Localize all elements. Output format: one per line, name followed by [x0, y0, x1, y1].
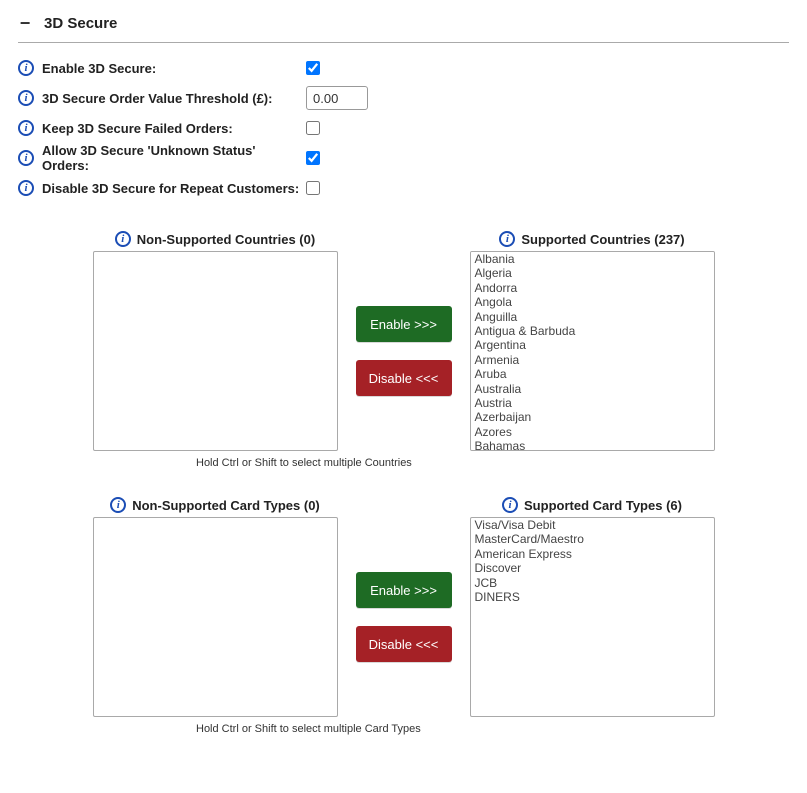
non-supported-countries-title: i Non-Supported Countries (0) — [93, 231, 338, 247]
settings-form: i Enable 3D Secure: i 3D Secure Order Va… — [18, 53, 789, 203]
info-icon[interactable]: i — [18, 150, 34, 166]
title-text: Supported Countries (237) — [521, 232, 684, 247]
list-item[interactable]: Armenia — [471, 353, 714, 367]
cardtypes-disable-button[interactable]: Disable <<< — [356, 626, 452, 662]
cardtypes-dual-list: i Non-Supported Card Types (0) i Support… — [18, 497, 789, 735]
title-text: Non-Supported Countries (0) — [137, 232, 315, 247]
supported-cardtypes-title: i Supported Card Types (6) — [470, 497, 715, 513]
list-item[interactable]: Antigua & Barbuda — [471, 324, 714, 338]
list-item[interactable]: Albania — [471, 252, 714, 266]
checkbox-allow-unknown[interactable] — [306, 151, 320, 165]
row-disable-repeat: i Disable 3D Secure for Repeat Customers… — [18, 173, 789, 203]
non-supported-countries-list[interactable] — [93, 251, 338, 451]
checkbox-disable-repeat[interactable] — [306, 181, 320, 195]
supported-countries-title: i Supported Countries (237) — [470, 231, 715, 247]
label-keep-failed: Keep 3D Secure Failed Orders: — [42, 121, 302, 136]
section-header: − 3D Secure — [18, 10, 789, 43]
cardtypes-hint: Hold Ctrl or Shift to select multiple Ca… — [196, 723, 789, 735]
info-icon[interactable]: i — [115, 231, 131, 247]
list-item[interactable]: Discover — [471, 561, 714, 575]
row-keep-failed: i Keep 3D Secure Failed Orders: — [18, 113, 789, 143]
countries-enable-button[interactable]: Enable >>> — [356, 306, 452, 342]
list-item[interactable]: Angola — [471, 295, 714, 309]
checkbox-enable-3ds[interactable] — [306, 61, 320, 75]
non-supported-cardtypes-title: i Non-Supported Card Types (0) — [93, 497, 338, 513]
label-threshold: 3D Secure Order Value Threshold (£): — [42, 91, 302, 106]
checkbox-keep-failed[interactable] — [306, 121, 320, 135]
info-icon[interactable]: i — [18, 180, 34, 196]
list-item[interactable]: Bahamas — [471, 439, 714, 451]
list-item[interactable]: Australia — [471, 382, 714, 396]
info-icon[interactable]: i — [18, 90, 34, 106]
section-title: 3D Secure — [44, 15, 117, 32]
label-enable-3ds: Enable 3D Secure: — [42, 61, 302, 76]
list-item[interactable]: DINERS — [471, 590, 714, 604]
row-allow-unknown: i Allow 3D Secure 'Unknown Status' Order… — [18, 143, 789, 173]
info-icon[interactable]: i — [18, 120, 34, 136]
list-item[interactable]: Aruba — [471, 367, 714, 381]
label-disable-repeat: Disable 3D Secure for Repeat Customers: — [42, 181, 302, 196]
info-icon[interactable]: i — [502, 497, 518, 513]
countries-dual-list: i Non-Supported Countries (0) i Supporte… — [18, 231, 789, 469]
list-item[interactable]: American Express — [471, 547, 714, 561]
countries-hint: Hold Ctrl or Shift to select multiple Co… — [196, 457, 789, 469]
list-item[interactable]: Andorra — [471, 281, 714, 295]
title-text: Supported Card Types (6) — [524, 498, 682, 513]
list-item[interactable]: Algeria — [471, 266, 714, 280]
title-text: Non-Supported Card Types (0) — [132, 498, 320, 513]
input-threshold[interactable] — [306, 86, 368, 110]
list-item[interactable]: Anguilla — [471, 310, 714, 324]
info-icon[interactable]: i — [18, 60, 34, 76]
collapse-icon[interactable]: − — [18, 14, 32, 32]
cardtypes-enable-button[interactable]: Enable >>> — [356, 572, 452, 608]
supported-cardtypes-list[interactable]: Visa/Visa DebitMasterCard/MaestroAmerica… — [470, 517, 715, 717]
row-enable-3ds: i Enable 3D Secure: — [18, 53, 789, 83]
label-allow-unknown: Allow 3D Secure 'Unknown Status' Orders: — [42, 143, 302, 173]
countries-disable-button[interactable]: Disable <<< — [356, 360, 452, 396]
supported-countries-list[interactable]: AlbaniaAlgeriaAndorraAngolaAnguillaAntig… — [470, 251, 715, 451]
list-item[interactable]: Azores — [471, 425, 714, 439]
info-icon[interactable]: i — [499, 231, 515, 247]
row-threshold: i 3D Secure Order Value Threshold (£): — [18, 83, 789, 113]
list-item[interactable]: JCB — [471, 576, 714, 590]
list-item[interactable]: MasterCard/Maestro — [471, 532, 714, 546]
list-item[interactable]: Azerbaijan — [471, 410, 714, 424]
list-item[interactable]: Argentina — [471, 338, 714, 352]
list-item[interactable]: Visa/Visa Debit — [471, 518, 714, 532]
list-item[interactable]: Austria — [471, 396, 714, 410]
info-icon[interactable]: i — [110, 497, 126, 513]
non-supported-cardtypes-list[interactable] — [93, 517, 338, 717]
